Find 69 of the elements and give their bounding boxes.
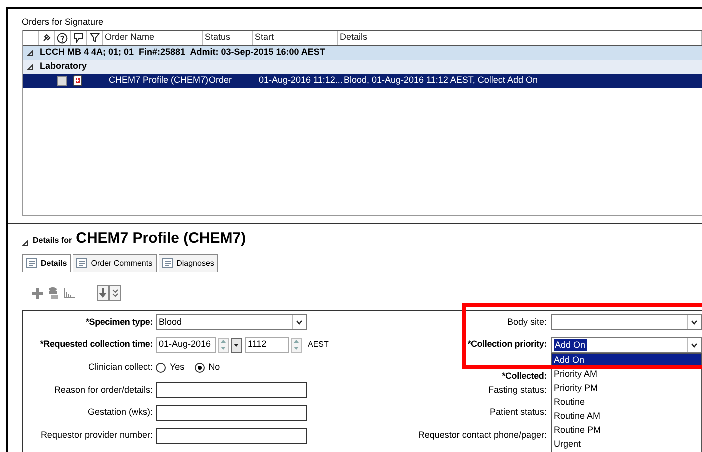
details-title: CHEM7 Profile (CHEM7): [76, 230, 246, 247]
selected-value: Add On: [554, 339, 587, 352]
dropdown-option[interactable]: Routine: [552, 396, 701, 410]
encounter-row[interactable]: LCCH MB 4 4A; 01; 01 Fin#:25881 Admit: 03-Sep-2015 16:00 AEST: [23, 46, 702, 60]
select-field[interactable]: Add On: [551, 337, 702, 354]
help-column-icon[interactable]: [55, 31, 71, 45]
filter-column-icon[interactable]: [87, 31, 103, 45]
column-header[interactable]: Order Name: [103, 31, 203, 45]
field-label: Requestor provider number:: [40, 429, 153, 442]
tab[interactable]: Order Comments: [73, 254, 157, 272]
expand-icon[interactable]: [22, 240, 29, 247]
start-cell-text: 01-Aug-2016 11:12...: [258, 74, 342, 88]
dropdown-option[interactable]: Priority AM: [552, 368, 701, 382]
text-field[interactable]: [156, 405, 307, 422]
order-row[interactable]: CHEM7 Profile (CHEM7)Order 01-Aug-2016 11:12...Blood, 01-Aug-2016 11:12 AEST, Collect Add On: [23, 74, 702, 88]
text-field[interactable]: [156, 382, 307, 398]
field-label: Clinician collect:: [88, 360, 153, 374]
database-icon[interactable]: [48, 287, 59, 299]
tab-icon: [26, 258, 38, 269]
field-label: Fasting status:: [488, 384, 547, 397]
dropdown-option[interactable]: Priority PM: [552, 382, 701, 396]
add-icon[interactable]: [32, 288, 43, 298]
timezone-label: AEST: [308, 339, 329, 352]
tab-icon: [162, 258, 174, 269]
status-cell-text: Order: [208, 74, 234, 88]
bar-chart-icon[interactable]: [64, 288, 75, 298]
double-chevron-icon: [112, 288, 118, 298]
field-label: Reason for order/details:: [54, 384, 153, 397]
column-header[interactable]: Status: [203, 31, 253, 45]
calendar-dropdown-icon[interactable]: [231, 338, 242, 353]
expand-all-button[interactable]: [109, 285, 121, 301]
lab-order-icon: [71, 75, 85, 87]
expand-icon[interactable]: [27, 50, 34, 56]
field-label: Body site:: [507, 316, 547, 329]
details-prefix: Details for: [33, 235, 72, 247]
order-name-cell-text: CHEM7 Profile (CHEM7): [108, 74, 207, 88]
field-label: Patient status:: [490, 406, 547, 420]
dropdown-option[interactable]: Routine PM: [552, 424, 701, 438]
select-field[interactable]: [551, 314, 702, 330]
dropdown-option[interactable]: Routine AM: [552, 410, 701, 424]
time-field[interactable]: 1112: [245, 337, 289, 354]
field-label: Requestor contact phone/pager:: [418, 429, 547, 442]
field-label: *Specimen type:: [86, 316, 153, 329]
radio-icon[interactable]: [194, 362, 205, 373]
radio-option[interactable]: No: [194, 360, 220, 374]
expand-icon[interactable]: [27, 64, 34, 70]
panel-title: Orders for Signature: [22, 16, 104, 29]
column-header[interactable]: Details: [338, 31, 702, 45]
move-down-button[interactable]: [97, 285, 109, 301]
tab[interactable]: Diagnoses: [158, 254, 218, 272]
category-row[interactable]: Laboratory: [23, 60, 702, 74]
details-cell-text: Blood, 01-Aug-2016 11:12 AEST, Collect Add On: [343, 74, 539, 88]
field-label: Gestation (wks):: [88, 406, 153, 420]
field-label: *Collection priority:: [468, 338, 547, 352]
dropdown-option[interactable]: Urgent: [552, 438, 701, 452]
tab[interactable]: Details: [22, 254, 72, 272]
radio-option[interactable]: Yes: [156, 360, 185, 374]
text-field[interactable]: [156, 428, 307, 444]
radio-icon[interactable]: [156, 362, 166, 373]
encounter-label: LCCH MB 4 4A; 01; 01 Fin#:25881 Admit: 03-Sep-2015 16:00 AEST: [40, 46, 326, 60]
order-checkbox[interactable]: [57, 76, 67, 86]
field-label: *Requested collection time:: [40, 338, 153, 352]
field-label: *Collected:: [502, 372, 547, 382]
date-field[interactable]: 01-Aug-2016: [156, 337, 216, 354]
arrow-down-icon: [99, 288, 107, 298]
category-label: Laboratory: [40, 60, 88, 74]
column-header[interactable]: Start: [253, 31, 338, 45]
tab-icon: [76, 258, 88, 269]
select-field[interactable]: Blood: [156, 314, 307, 330]
